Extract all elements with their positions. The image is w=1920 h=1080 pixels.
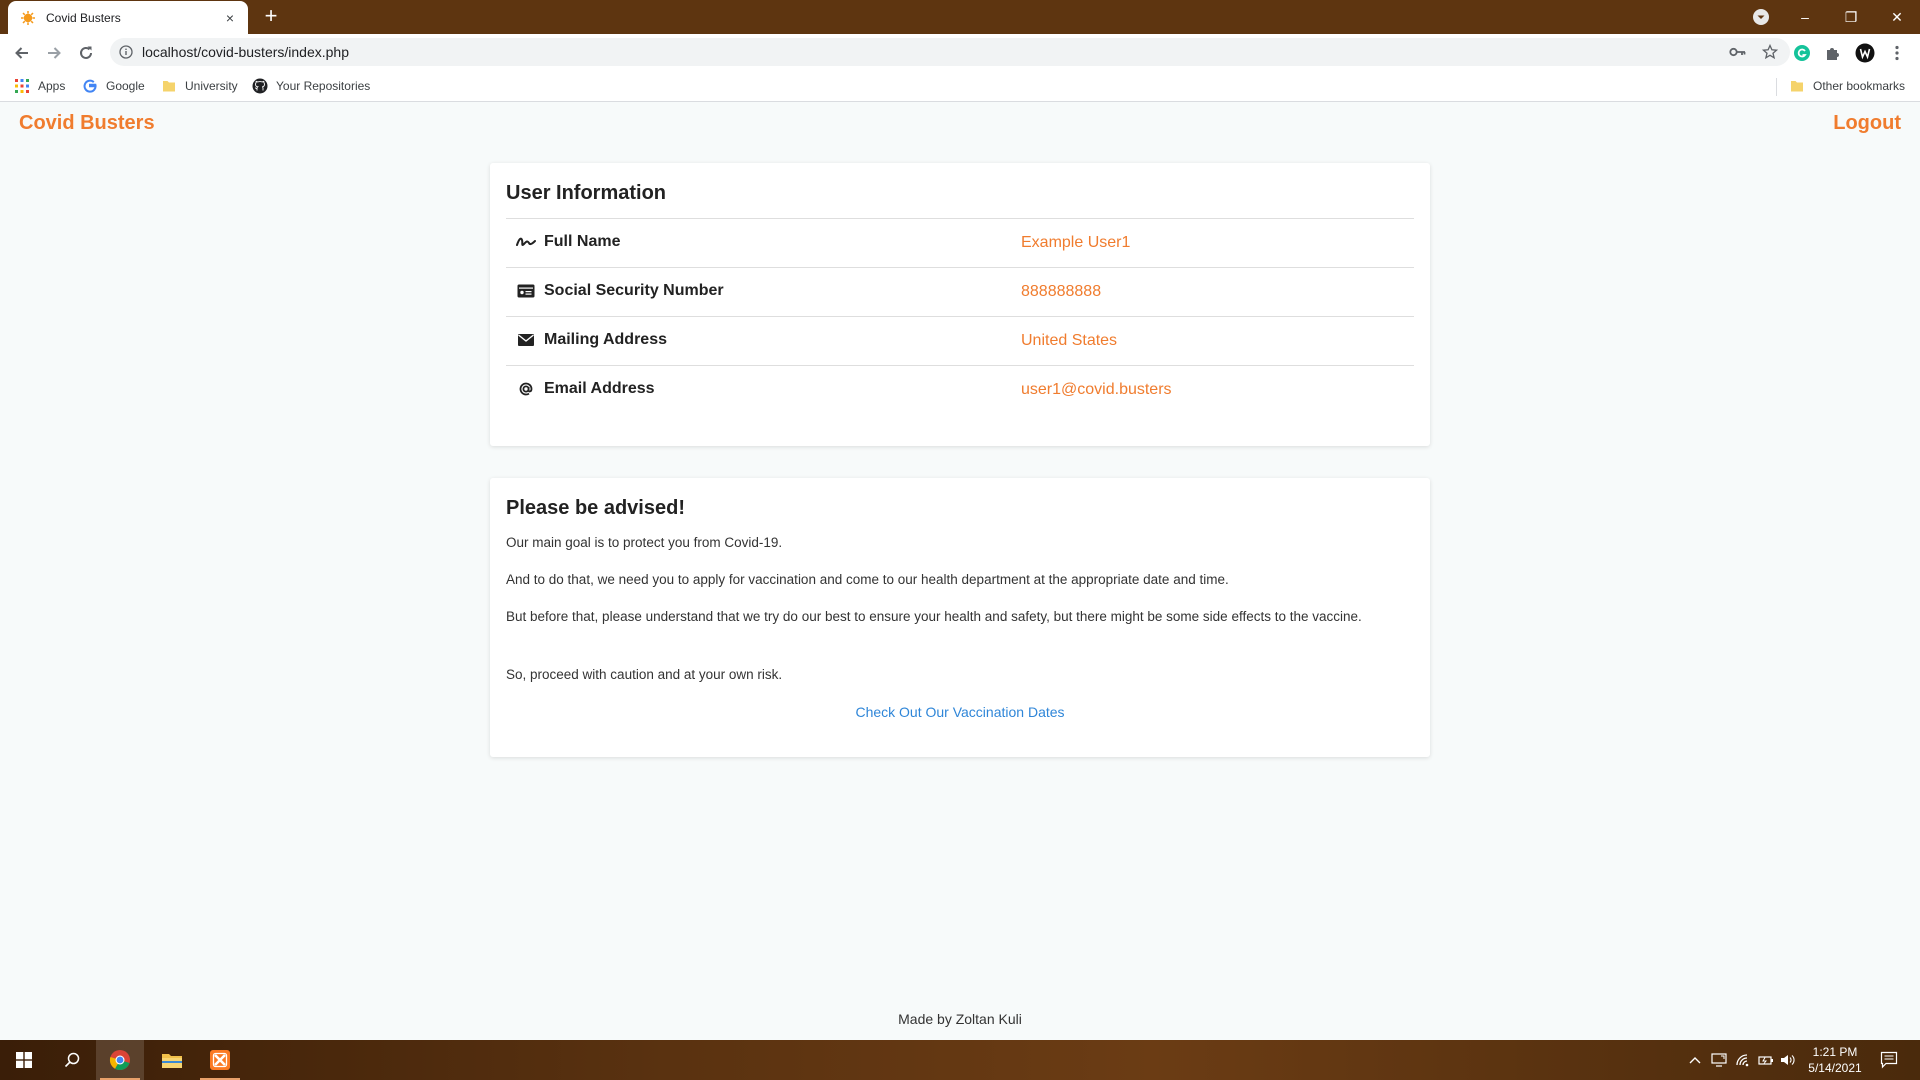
- advice-paragraph: But before that, please understand that …: [506, 609, 1362, 624]
- minimize-button[interactable]: –: [1782, 0, 1828, 34]
- taskbar-clock[interactable]: 1:21 PM 5/14/2021: [1790, 1044, 1880, 1076]
- card-title: Please be advised!: [506, 497, 685, 519]
- new-tab-button[interactable]: +: [260, 5, 282, 28]
- advice-paragraph: So, proceed with caution and at your own…: [506, 667, 783, 682]
- xampp-icon[interactable]: [196, 1040, 244, 1080]
- full-name-value: Example User1: [1021, 234, 1131, 251]
- bookmark-label: Apps: [38, 79, 66, 93]
- window-close-button[interactable]: ✕: [1874, 0, 1920, 34]
- github-icon: [252, 78, 268, 94]
- site-info-icon[interactable]: [118, 44, 134, 60]
- back-arrow-icon[interactable]: [10, 41, 34, 65]
- full-name-label: Full Name: [544, 233, 621, 250]
- restore-button[interactable]: ❐: [1828, 0, 1874, 34]
- advice-card: Please be advised! Our main goal is to p…: [490, 478, 1430, 757]
- bookmark-label: University: [185, 79, 238, 93]
- reload-icon[interactable]: [74, 41, 98, 65]
- notification-center-icon[interactable]: [1880, 1051, 1898, 1069]
- extensions-puzzle-icon[interactable]: [1822, 42, 1844, 64]
- card-title: User Information: [506, 182, 667, 204]
- bookmark-repositories[interactable]: Your Repositories: [252, 76, 370, 96]
- logout-link[interactable]: Logout: [1833, 112, 1901, 135]
- address-bar[interactable]: localhost/covid-busters/index.php: [110, 38, 1790, 66]
- password-key-icon[interactable]: [1728, 42, 1748, 62]
- bookmark-label: Google: [106, 79, 145, 93]
- row-label: Mailing Address: [516, 331, 667, 349]
- chrome-menu-dropdown-icon[interactable]: [1752, 8, 1770, 26]
- email-address-label: Email Address: [544, 380, 655, 397]
- envelope-icon: [516, 331, 536, 349]
- battery-icon[interactable]: [1757, 1051, 1775, 1069]
- id-card-icon: [516, 282, 536, 300]
- table-row: Full Name Example User1: [506, 218, 1414, 267]
- row-label: Email Address: [516, 380, 655, 398]
- vaccination-dates-link[interactable]: Check Out Our Vaccination Dates: [490, 704, 1430, 720]
- chrome-taskbar-icon[interactable]: [96, 1040, 144, 1080]
- brand-link[interactable]: Covid Busters: [19, 112, 155, 135]
- email-address-value: user1@covid.busters: [1021, 381, 1172, 398]
- clock-time: 1:21 PM: [1812, 1045, 1858, 1059]
- chrome-menu-icon[interactable]: [1886, 42, 1908, 64]
- bookmark-label: Your Repositories: [276, 79, 371, 93]
- bookmark-star-icon[interactable]: [1760, 42, 1780, 62]
- virus-favicon-icon: [20, 10, 36, 26]
- browser-tab[interactable]: Covid Busters ×: [8, 1, 248, 34]
- user-information-card: User Information Full Name Example User1…: [490, 163, 1430, 446]
- signature-icon: [516, 233, 536, 251]
- windows-taskbar: 1:21 PM 5/14/2021: [0, 1040, 1920, 1080]
- advice-paragraph: Our main goal is to protect you from Cov…: [506, 535, 783, 550]
- wifi-icon[interactable]: [1734, 1051, 1752, 1069]
- table-row: Mailing Address United States: [506, 316, 1414, 365]
- profile-avatar-icon[interactable]: [1854, 42, 1876, 64]
- url-text[interactable]: localhost/covid-busters/index.php: [142, 44, 1728, 60]
- bookmark-apps[interactable]: Apps: [14, 76, 65, 96]
- ssn-label: Social Security Number: [544, 282, 724, 299]
- advice-paragraph: And to do that, we need you to apply for…: [506, 572, 1229, 587]
- other-bookmarks-label: Other bookmarks: [1813, 79, 1906, 93]
- other-bookmarks[interactable]: Other bookmarks: [1789, 76, 1905, 96]
- tab-close-icon[interactable]: ×: [222, 10, 238, 26]
- windows-start-icon[interactable]: [0, 1040, 48, 1080]
- row-label: Social Security Number: [516, 282, 724, 300]
- bookmarks-divider: [1776, 78, 1777, 96]
- forward-arrow-icon[interactable]: [42, 41, 66, 65]
- at-icon: [516, 380, 536, 398]
- chevron-up-icon[interactable]: [1686, 1051, 1704, 1069]
- google-icon: [82, 78, 98, 94]
- mailing-address-value: United States: [1021, 332, 1118, 349]
- file-explorer-icon[interactable]: [148, 1040, 196, 1080]
- table-row: Email Address user1@covid.busters: [506, 365, 1414, 414]
- monitor-tray-icon[interactable]: [1710, 1051, 1728, 1069]
- table-row: Social Security Number 888888888: [506, 267, 1414, 316]
- browser-toolbar: localhost/covid-busters/index.php: [0, 34, 1920, 70]
- tab-title: Covid Busters: [46, 10, 121, 25]
- ssn-value: 888888888: [1021, 283, 1102, 300]
- search-icon[interactable]: [48, 1040, 96, 1080]
- bookmark-google[interactable]: Google: [82, 76, 145, 96]
- folder-icon: [1789, 78, 1805, 94]
- row-label: Full Name: [516, 233, 620, 251]
- user-info-table: Full Name Example User1 Social Security …: [506, 218, 1414, 414]
- bookmark-university[interactable]: University: [161, 76, 238, 96]
- apps-grid-icon: [14, 78, 30, 94]
- folder-icon: [161, 78, 177, 94]
- footer-credit: Made by Zoltan Kuli: [898, 1011, 1022, 1027]
- clock-date: 5/14/2021: [1808, 1061, 1862, 1075]
- browser-tab-strip: Covid Busters × + – ❐ ✕: [0, 0, 1920, 34]
- page-content: Covid Busters Logout User Information Fu…: [0, 103, 1920, 1040]
- grammarly-extension-icon[interactable]: [1791, 42, 1813, 64]
- bookmarks-bar: Apps Google University Your Repositories…: [0, 70, 1920, 102]
- mailing-address-label: Mailing Address: [544, 331, 667, 348]
